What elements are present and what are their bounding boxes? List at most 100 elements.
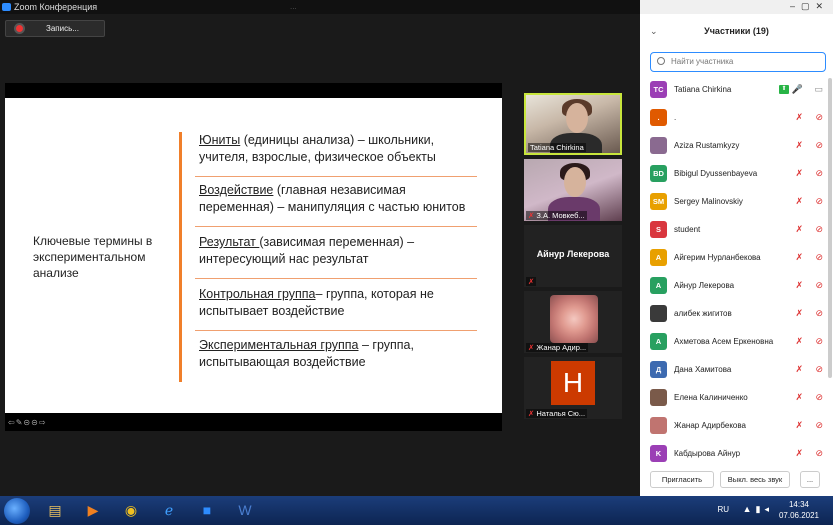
- muted-mic-icon: ✗: [528, 277, 535, 286]
- participant-row[interactable]: Sstudent ✗ ⊘: [640, 218, 833, 246]
- muted-microphone-icon[interactable]: ✗: [795, 252, 803, 263]
- participants-panel: –▢✕ ⌄ Участники (19) Найти участника TC T…: [640, 0, 833, 496]
- participant-name: Aziza Rustamkyzy: [674, 141, 740, 150]
- tray-icons[interactable]: ▲▮◂: [743, 504, 773, 515]
- slide-toolbar[interactable]: ⇦✎⊝⊝⇨: [8, 418, 47, 427]
- camera-off-icon[interactable]: ⊘: [815, 280, 823, 291]
- muted-microphone-icon[interactable]: ✗: [795, 196, 803, 207]
- term-units: Юниты: [199, 133, 241, 147]
- slide-divider: [195, 278, 477, 279]
- camera-off-icon[interactable]: ⊘: [815, 420, 823, 431]
- slide-item-treatment: Воздействие (главная независимая перемен…: [199, 182, 479, 216]
- start-button[interactable]: [4, 498, 30, 524]
- record-label: Запись...: [46, 24, 79, 33]
- participant-row[interactable]: A Айгерим Нурланбекова ✗ ⊘: [640, 246, 833, 274]
- muted-microphone-icon[interactable]: ✗: [795, 364, 803, 375]
- participant-name: Sergey Malinovskiy: [674, 197, 743, 206]
- participant-avatar: [650, 389, 667, 406]
- media-player-icon[interactable]: ▶: [76, 499, 110, 522]
- word-icon[interactable]: W: [228, 499, 262, 522]
- camera-off-icon[interactable]: ⊘: [815, 392, 823, 403]
- video-tile-ainur[interactable]: Айнур Лекерова ✗: [524, 225, 622, 287]
- camera-off-icon[interactable]: ⊘: [815, 168, 823, 179]
- participant-name: Елена Калиниченко: [674, 393, 748, 402]
- camera-off-icon[interactable]: ⊘: [815, 224, 823, 235]
- video-center-name: Айнур Лекерова: [536, 249, 610, 259]
- participant-row[interactable]: .. ✗ ⊘: [640, 106, 833, 134]
- participant-name: .: [674, 113, 677, 122]
- recording-indicator[interactable]: Запись...: [5, 20, 105, 37]
- camera-off-icon[interactable]: ⊘: [815, 364, 823, 375]
- camera-off-icon[interactable]: ⊘: [815, 336, 823, 347]
- camera-off-icon[interactable]: ⊘: [815, 308, 823, 319]
- participants-title: Участники (19): [704, 26, 769, 36]
- participant-row[interactable]: Д Дана Хамитова ✗ ⊘: [640, 358, 833, 386]
- internet-explorer-icon[interactable]: ℯ: [152, 499, 186, 522]
- participant-avatar: BD: [650, 165, 667, 182]
- muted-microphone-icon[interactable]: ✗: [795, 140, 803, 151]
- camera-off-icon[interactable]: ⊘: [815, 252, 823, 263]
- term-result: Результат: [199, 235, 260, 249]
- camera-off-icon[interactable]: ⊘: [815, 140, 823, 151]
- participant-row[interactable]: Жанар Адирбекова ✗ ⊘: [640, 414, 833, 442]
- camera-off-icon[interactable]: ⊘: [815, 196, 823, 207]
- video-name: ✗ Наталья Сю...: [526, 409, 588, 418]
- video-tile-zhanar[interactable]: ✗ Жанар Адир...: [524, 291, 622, 353]
- clock[interactable]: 14:34 07.06.2021: [779, 499, 819, 521]
- participant-row[interactable]: A Ахметова Асем Еркеновна ✗ ⊘: [640, 330, 833, 358]
- muted-microphone-icon[interactable]: ✗: [795, 224, 803, 235]
- zoom-taskbar-icon[interactable]: ■: [190, 499, 224, 522]
- video-tile-tatiana[interactable]: Tatiana Chirkina: [524, 93, 622, 155]
- language-indicator[interactable]: RU: [717, 505, 729, 514]
- window-controls[interactable]: –▢✕: [790, 1, 829, 12]
- initial-avatar: H: [551, 361, 595, 405]
- participant-row[interactable]: BD Bibigul Dyussenbayeva ✗ ⊘: [640, 162, 833, 190]
- zoom-icon: [2, 3, 11, 11]
- muted-microphone-icon[interactable]: ✗: [795, 392, 803, 403]
- muted-microphone-icon[interactable]: ✗: [795, 168, 803, 179]
- participant-row[interactable]: TC Tatiana Chirkina ⬆ 🎤 ▭: [640, 78, 833, 106]
- microphone-icon[interactable]: 🎤: [792, 84, 803, 95]
- chrome-icon[interactable]: ◉: [114, 499, 148, 522]
- video-name-text: Жанар Адир...: [536, 343, 587, 352]
- video-tile-movkeb[interactable]: ✗ З.А. Мовкеб...: [524, 159, 622, 221]
- muted-microphone-icon[interactable]: ✗: [795, 448, 803, 459]
- slide-item-result: Результат (зависимая переменная) – интер…: [199, 234, 479, 268]
- muted-microphone-icon[interactable]: ✗: [795, 420, 803, 431]
- participant-name: Дана Хамитова: [674, 365, 732, 374]
- file-explorer-icon[interactable]: ▤: [38, 499, 72, 522]
- muted-microphone-icon[interactable]: ✗: [795, 280, 803, 291]
- camera-icon[interactable]: ▭: [814, 84, 823, 95]
- participant-row[interactable]: A Айнур Лекерова ✗ ⊘: [640, 274, 833, 302]
- face-shape: [566, 103, 588, 133]
- panel-footer: Пригласить Выкл. весь звук ...: [640, 466, 833, 494]
- muted-microphone-icon[interactable]: ✗: [795, 336, 803, 347]
- participant-row[interactable]: Елена Калиниченко ✗ ⊘: [640, 386, 833, 414]
- mute-all-button[interactable]: Выкл. весь звук: [720, 471, 790, 488]
- more-button[interactable]: ...: [800, 471, 820, 488]
- participant-name: Жанар Адирбекова: [674, 421, 746, 430]
- muted-microphone-icon[interactable]: ✗: [795, 112, 803, 123]
- participant-row[interactable]: алибек жигитов ✗ ⊘: [640, 302, 833, 330]
- camera-off-icon[interactable]: ⊘: [815, 448, 823, 459]
- participant-list-scrollbar[interactable]: [828, 78, 832, 378]
- video-tile-natalia[interactable]: H ✗ Наталья Сю...: [524, 357, 622, 419]
- chevron-down-icon[interactable]: ⌄: [650, 22, 658, 40]
- participant-search-input[interactable]: Найти участника: [650, 52, 826, 72]
- participant-avatar: .: [650, 109, 667, 126]
- muted-microphone-icon[interactable]: ✗: [795, 308, 803, 319]
- term-control-group: Контрольная группа: [199, 287, 316, 301]
- slide-item-experimental-group: Экспериментальная группа – группа, испыт…: [199, 337, 479, 371]
- participant-avatar: K: [650, 445, 667, 462]
- video-name: ✗ Жанар Адир...: [526, 343, 589, 352]
- participant-name: Ахметова Асем Еркеновна: [674, 337, 774, 346]
- slide-item-control-group: Контрольная группа– группа, которая не и…: [199, 286, 479, 320]
- search-icon: [657, 57, 665, 65]
- camera-off-icon[interactable]: ⊘: [815, 112, 823, 123]
- participant-row[interactable]: SM Sergey Malinovskiy ✗ ⊘: [640, 190, 833, 218]
- participant-row[interactable]: Aziza Rustamkyzy ✗ ⊘: [640, 134, 833, 162]
- participant-list: TC Tatiana Chirkina ⬆ 🎤 ▭.. ✗ ⊘ Aziza Rustamkyz…: [640, 78, 833, 470]
- invite-button[interactable]: Пригласить: [650, 471, 714, 488]
- record-icon: [16, 25, 23, 32]
- rose-avatar: [550, 295, 598, 343]
